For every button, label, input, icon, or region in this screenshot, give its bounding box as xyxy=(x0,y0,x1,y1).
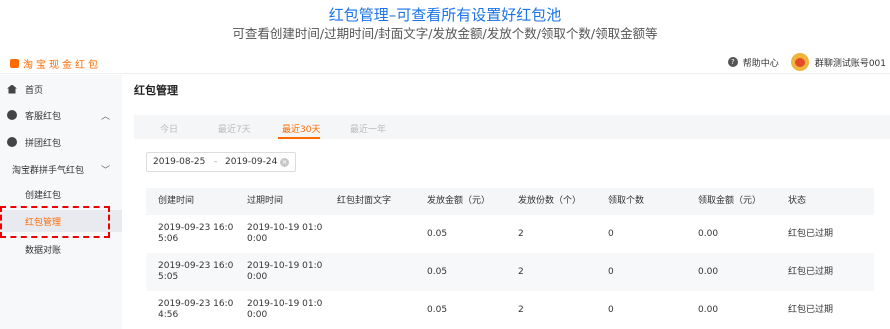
brand-logo-icon xyxy=(10,59,19,68)
date-end[interactable]: 2019-09-24 xyxy=(225,157,277,167)
table-row[interactable]: 2019-09-23 16:0 4:56 2019-10-19 01:0 0:00 … xyxy=(146,291,874,329)
clear-icon[interactable]: ✕ xyxy=(280,158,289,167)
sidebar-item-reconcile[interactable]: 数据对账 xyxy=(0,238,122,260)
column-header: 红包封面文字 xyxy=(337,196,392,206)
expire-time: 2019-10-19 01:0 0:00 xyxy=(247,261,323,282)
amount: 0.05 xyxy=(427,267,448,277)
created-time: 2019-09-23 16:0 5:05 xyxy=(158,261,234,282)
group-icon xyxy=(7,137,17,147)
time-tabs: 今日 最近7天 最近30天 最近一年 xyxy=(134,115,890,139)
brand[interactable]: 淘宝现金红包 xyxy=(10,56,101,71)
sidebar: 首页 客服红包 ︿ 拼团红包 淘宝群拼手气红包 ﹀ 创建红包 红包管理 数据对账 xyxy=(0,75,122,329)
created-time: 2019-09-23 16:0 5:06 xyxy=(158,223,234,244)
help-center-link[interactable]: 帮助中心 xyxy=(743,56,779,69)
service-icon xyxy=(7,110,17,120)
received-count: 0 xyxy=(608,229,614,239)
page-title: 红包管理 xyxy=(134,84,178,97)
column-header: 领取个数 xyxy=(608,196,645,206)
tab-last-7-days[interactable]: 最近7天 xyxy=(218,122,251,135)
column-header: 状态 xyxy=(788,196,807,206)
sidebar-item-label: 创建红包 xyxy=(25,190,62,201)
column-header: 过期时间 xyxy=(247,196,284,206)
brand-name: 淘宝现金红包 xyxy=(23,60,101,71)
received-count: 0 xyxy=(608,305,614,315)
date-range-picker[interactable]: 2019-08-25 - 2019-09-24 ✕ xyxy=(146,152,296,172)
caption-subtitle: 可查看创建时间/过期时间/封面文字/发放金额/发放个数/领取个数/领取金额等 xyxy=(232,26,658,41)
sidebar-item-label: 数据对账 xyxy=(25,245,62,256)
table-row[interactable]: 2019-09-23 16:0 5:05 2019-10-19 01:0 0:00 … xyxy=(146,253,874,291)
caption-title: 红包管理–可查看所有设置好红包池 xyxy=(328,6,562,24)
top-right-area: ? 帮助中心 群聊测试账号001 xyxy=(727,53,886,71)
sidebar-item-label: 拼团红包 xyxy=(25,138,62,149)
count: 2 xyxy=(518,229,524,239)
received-amount: 0.00 xyxy=(698,229,719,239)
date-separator: - xyxy=(214,157,218,167)
column-header: 发放份数（个） xyxy=(518,196,582,206)
column-header: 创建时间 xyxy=(158,196,195,206)
sidebar-item-home[interactable]: 首页 xyxy=(0,78,122,100)
account-name[interactable]: 群聊测试账号001 xyxy=(815,56,886,69)
column-header: 发放金额（元） xyxy=(427,196,491,206)
home-icon xyxy=(7,84,17,94)
column-header: 领取金额（元） xyxy=(698,196,762,206)
table-header: 创建时间 过期时间 红包封面文字 发放金额（元） 发放份数（个） 领取个数 领取… xyxy=(146,188,874,215)
highlight-annotation xyxy=(0,206,110,238)
sidebar-item-taobao-group-lucky[interactable]: 淘宝群拼手气红包 ﹀ xyxy=(0,158,122,180)
created-time: 2019-09-23 16:0 4:56 xyxy=(158,299,234,320)
redpacket-table: 创建时间 过期时间 红包封面文字 发放金额（元） 发放份数（个） 领取个数 领取… xyxy=(146,188,874,329)
received-count: 0 xyxy=(608,267,614,277)
amount: 0.05 xyxy=(427,305,448,315)
amount: 0.05 xyxy=(427,229,448,239)
tab-last-year[interactable]: 最近一年 xyxy=(350,122,386,135)
status-badge: 红包已过期 xyxy=(788,305,834,315)
content-panel: 今日 最近7天 最近30天 最近一年 2019-08-25 - 2019-09-… xyxy=(134,115,890,329)
received-amount: 0.00 xyxy=(698,305,719,315)
status-badge: 红包已过期 xyxy=(788,229,834,239)
expire-time: 2019-10-19 01:0 0:00 xyxy=(247,223,323,244)
sidebar-item-label: 首页 xyxy=(25,85,44,96)
sidebar-item-create[interactable]: 创建红包 xyxy=(0,183,122,205)
status-badge: 红包已过期 xyxy=(788,267,834,277)
avatar[interactable] xyxy=(790,53,809,71)
date-start[interactable]: 2019-08-25 xyxy=(153,157,205,167)
sidebar-item-label: 淘宝群拼手气红包 xyxy=(12,165,85,176)
top-bar: 淘宝现金红包 ? 帮助中心 群聊测试账号001 xyxy=(0,50,890,74)
count: 2 xyxy=(518,305,524,315)
tab-today[interactable]: 今日 xyxy=(160,122,178,135)
chevron-up-icon: ︿ xyxy=(100,111,110,122)
help-icon[interactable]: ? xyxy=(727,57,738,67)
tab-last-30-days[interactable]: 最近30天 xyxy=(282,122,320,135)
main-content: 红包管理 今日 最近7天 最近30天 最近一年 2019-08-25 - 201… xyxy=(122,75,890,329)
sidebar-item-service-redpacket[interactable]: 客服红包 ︿ xyxy=(0,104,122,126)
expire-time: 2019-10-19 01:0 0:00 xyxy=(247,299,323,320)
sidebar-item-group-redpacket[interactable]: 拼团红包 xyxy=(0,131,122,153)
received-amount: 0.00 xyxy=(698,267,719,277)
active-tab-indicator xyxy=(278,137,320,139)
sidebar-item-label: 客服红包 xyxy=(25,111,62,122)
table-row[interactable]: 2019-09-23 16:0 5:06 2019-10-19 01:0 0:00 … xyxy=(146,215,874,253)
chevron-down-icon: ﹀ xyxy=(100,165,110,176)
count: 2 xyxy=(518,267,524,277)
